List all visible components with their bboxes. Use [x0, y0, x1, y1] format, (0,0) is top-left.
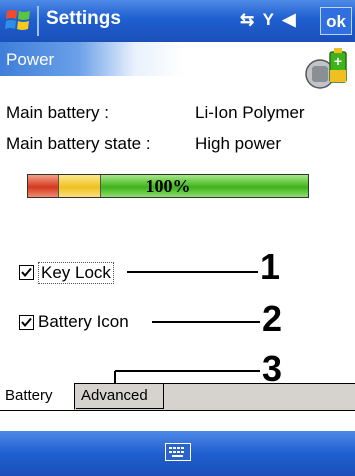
tab-battery[interactable]: Battery [0, 383, 75, 410]
callout-number-2: 2 [262, 298, 283, 339]
tab-bottom-border [0, 410, 355, 411]
callout-number-1: 1 [260, 246, 281, 287]
menu-bar [0, 431, 355, 476]
tab-advanced[interactable]: Advanced [76, 383, 164, 409]
keyboard-icon[interactable] [165, 443, 191, 461]
keyboard-keys [169, 447, 184, 457]
